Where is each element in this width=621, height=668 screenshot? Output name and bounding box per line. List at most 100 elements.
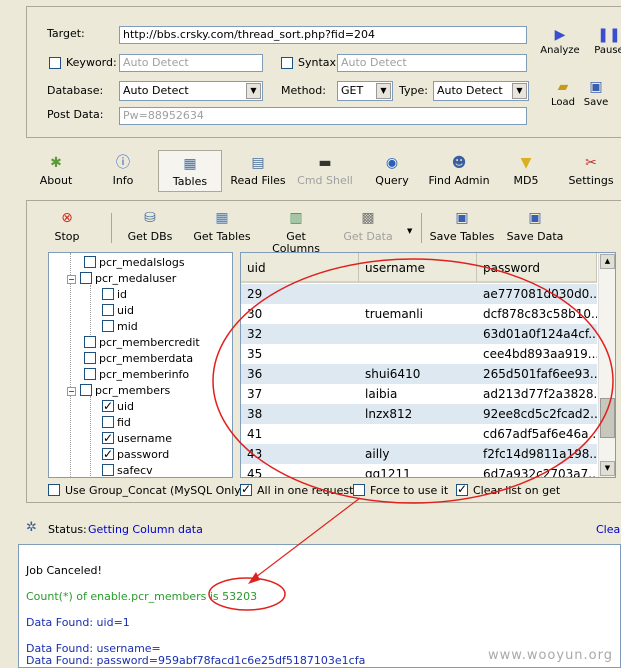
table-row[interactable]: 36 shui6410 265d501faf6ee93... [241, 364, 597, 384]
clear-log-link[interactable]: Clear [596, 523, 621, 536]
tree-node-checkbox[interactable] [102, 288, 114, 300]
all-in-one-checkbox[interactable] [240, 482, 252, 496]
get-tables-button[interactable]: ▦ Get Tables [189, 205, 255, 243]
save-data-button[interactable]: ▣ Save Data [505, 205, 565, 243]
type-select[interactable]: Auto Detect ▼ [433, 81, 529, 101]
table-row[interactable]: 38 lnzx812 92ee8cd5c2fcad2... [241, 404, 597, 424]
keyword-input[interactable]: Auto Detect [119, 54, 263, 72]
tab-cmd-shell-label: Cmd Shell [297, 174, 353, 187]
tree-node-checkbox[interactable] [102, 304, 114, 316]
toolbar-separator [421, 213, 422, 243]
tree-node[interactable]: − pcr_medaluser [67, 271, 176, 287]
tab-about[interactable]: ✱ About [32, 150, 80, 192]
table-row[interactable]: 41 cd67adf5af6e46a... [241, 424, 597, 444]
group-concat-checkbox[interactable] [48, 484, 60, 496]
tree-node[interactable]: uid [102, 303, 134, 319]
tab-md5[interactable]: ▼ MD5 [508, 150, 544, 192]
tree-node-checkbox[interactable] [84, 352, 96, 364]
table-row[interactable]: 43 ailly f2fc14d9811a198... [241, 444, 597, 464]
log-line: Data Found: password=959abf78facd1c6e25d… [26, 654, 366, 667]
tree-node[interactable]: pcr_membercredit [84, 335, 200, 351]
schema-tree[interactable]: pcr_medalslogs − pcr_medaluser id uid mid… [48, 252, 233, 478]
tab-cmd-shell[interactable]: ▬ Cmd Shell [294, 150, 356, 192]
tree-node-checkbox[interactable] [80, 384, 92, 396]
force-checkbox[interactable] [353, 484, 365, 496]
save-tables-button[interactable]: ▣ Save Tables [427, 205, 497, 243]
tree-node[interactable]: pcr_memberinfo [84, 367, 189, 383]
table-row[interactable]: 45 gg1211 6d7a932c2703a7... [241, 464, 597, 477]
table-row[interactable]: 32 63d01a0f124a4cf... [241, 324, 597, 344]
save-settings-button[interactable]: ▣ Save [581, 79, 611, 109]
tab-find-admin[interactable]: ☻ Find Admin [424, 150, 494, 192]
status-value: Getting Column data [88, 523, 203, 536]
all-in-one-option[interactable]: All in one request [240, 482, 353, 497]
database-select[interactable]: Auto Detect ▼ [119, 81, 263, 101]
tab-query[interactable]: ◉ Query [370, 150, 414, 192]
data-grid[interactable]: uid username password 29 ae777081d030d0.… [240, 252, 616, 478]
tree-node-checkbox[interactable] [84, 368, 96, 380]
table-row[interactable]: 35 cee4bd893aa919... [241, 344, 597, 364]
tree-node-checkbox[interactable] [102, 320, 114, 332]
tree-node-checkbox[interactable] [102, 430, 114, 446]
table-row[interactable]: 37 laibia ad213d77f2a3828... [241, 384, 597, 404]
chevron-down-icon[interactable]: ▼ [512, 83, 527, 99]
column-header-username[interactable]: username [359, 253, 477, 283]
postdata-input[interactable]: Pw=88952634 [119, 107, 527, 125]
syntax-input[interactable]: Auto Detect [337, 54, 527, 72]
column-header-uid[interactable]: uid [241, 253, 359, 283]
tree-node[interactable]: username [102, 430, 172, 447]
group-concat-option[interactable]: Use Group_Concat (MySQL Only) [48, 484, 245, 497]
tree-node[interactable]: uid [102, 398, 134, 415]
tab-read-files[interactable]: ▤ Read Files [226, 150, 290, 192]
target-input[interactable]: http://bbs.crsky.com/thread_sort.php?fid… [119, 26, 527, 44]
tree-node-checkbox[interactable] [84, 256, 96, 268]
scroll-down-icon[interactable]: ▼ [600, 461, 615, 476]
analyze-button[interactable]: ▶ Analyze [537, 27, 583, 57]
syntax-checkbox[interactable] [281, 57, 293, 69]
stop-button[interactable]: ⊗ Stop [49, 205, 85, 243]
grid-scrollbar[interactable]: ▲ ▼ [598, 253, 615, 477]
chevron-down-icon[interactable]: ▼ [246, 83, 261, 99]
tree-node-label: id [117, 288, 128, 301]
tree-node[interactable]: pcr_memberdata [84, 351, 193, 367]
collapse-icon[interactable]: − [67, 386, 76, 396]
keyword-checkbox[interactable] [49, 57, 61, 69]
method-select[interactable]: GET ▼ [337, 81, 393, 101]
tree-node-label: safecv [117, 464, 153, 477]
scroll-thumb[interactable] [600, 398, 615, 438]
scroll-up-icon[interactable]: ▲ [600, 254, 615, 269]
tree-node[interactable]: − pcr_members [67, 383, 170, 399]
load-button[interactable]: ▰ Load [549, 79, 577, 109]
tree-node-checkbox[interactable] [102, 398, 114, 414]
tree-node-checkbox[interactable] [102, 464, 114, 476]
tree-node[interactable]: safecv [102, 463, 153, 477]
tree-node[interactable]: fid [102, 415, 131, 431]
get-columns-button[interactable]: ▥ Get Columns [261, 205, 331, 255]
tree-node[interactable]: password [102, 446, 169, 463]
get-data-button[interactable]: ▩ Get Data [341, 205, 395, 243]
column-header-password[interactable]: password [477, 253, 597, 283]
tree-node[interactable]: pcr_medalslogs [84, 255, 185, 271]
tree-node[interactable]: id [102, 287, 127, 303]
tree-node-checkbox[interactable] [102, 446, 114, 462]
tree-node-checkbox[interactable] [84, 336, 96, 348]
tree-node-checkbox[interactable] [102, 416, 114, 428]
dropdown-arrow-icon[interactable]: ▼ [407, 227, 412, 235]
force-option[interactable]: Force to use it [353, 484, 448, 497]
clear-list-option[interactable]: Clear list on get [456, 482, 560, 497]
chevron-down-icon[interactable]: ▼ [376, 83, 391, 99]
pause-button[interactable]: ❚❚ Pause [589, 27, 621, 57]
clear-list-checkbox[interactable] [456, 482, 468, 496]
tab-info[interactable]: ⓘ Info [100, 150, 146, 192]
tab-settings[interactable]: ✂ Settings [564, 150, 618, 192]
get-dbs-button[interactable]: ⛁ Get DBs [125, 205, 175, 243]
tree-node[interactable]: mid [102, 319, 138, 335]
collapse-icon[interactable]: − [67, 274, 76, 284]
table-row[interactable]: 30 truemanli dcf878c83c58b10... [241, 304, 597, 324]
tab-query-label: Query [375, 174, 409, 187]
tab-tables[interactable]: ▦ Tables [158, 150, 222, 192]
cell-uid: 36 [247, 367, 263, 381]
tree-node-checkbox[interactable] [80, 272, 92, 284]
folder-open-icon: ▰ [557, 79, 569, 95]
table-row[interactable]: 29 ae777081d030d0... [241, 284, 597, 304]
